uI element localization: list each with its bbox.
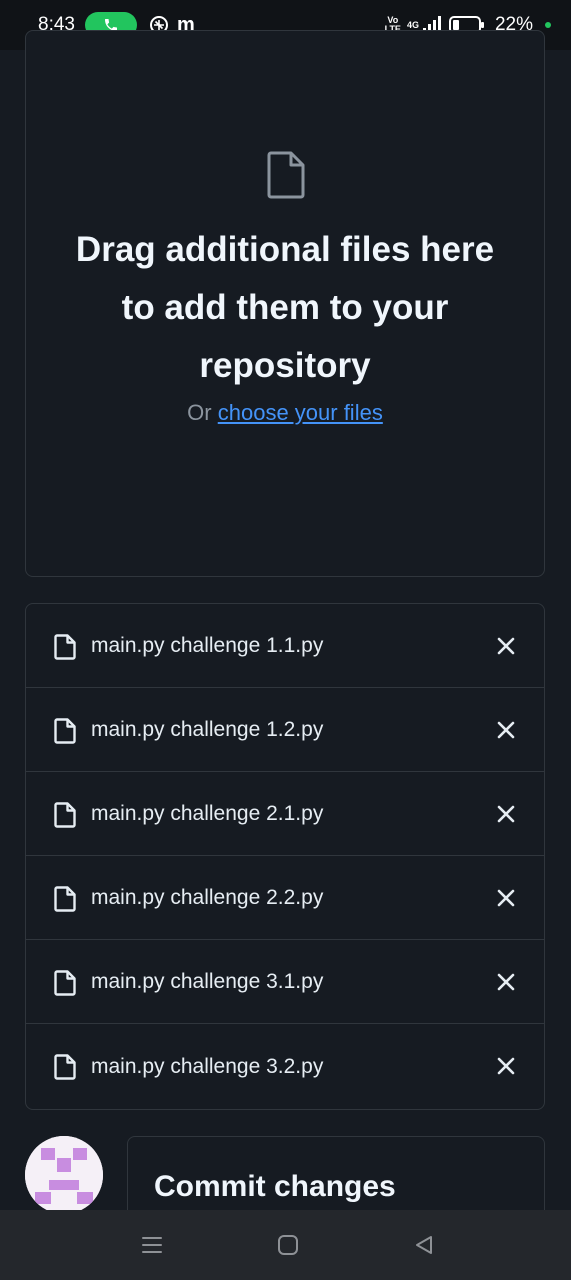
remove-file-close-icon[interactable] bbox=[496, 720, 516, 740]
file-name: main.py challenge 3.1.py bbox=[91, 969, 324, 993]
drop-zone-subtitle: Or choose your files bbox=[26, 400, 544, 426]
remove-file-close-icon[interactable] bbox=[496, 804, 516, 824]
home-square-icon[interactable] bbox=[277, 1234, 299, 1256]
remove-file-close-icon[interactable] bbox=[496, 888, 516, 908]
user-avatar[interactable] bbox=[25, 1136, 103, 1214]
back-triangle-icon[interactable] bbox=[413, 1234, 435, 1256]
commit-changes-title: Commit changes bbox=[154, 1170, 396, 1203]
file-icon bbox=[54, 1054, 76, 1080]
file-name: main.py challenge 2.1.py bbox=[91, 801, 324, 825]
file-name: main.py challenge 1.1.py bbox=[91, 633, 324, 657]
file-icon bbox=[54, 970, 76, 996]
file-icon bbox=[54, 886, 76, 912]
file-row: main.py challenge 2.1.py bbox=[26, 772, 544, 856]
file-row: main.py challenge 3.2.py bbox=[26, 1024, 544, 1109]
file-drop-zone[interactable]: Drag additional files here to add them t… bbox=[25, 30, 545, 577]
file-row: main.py challenge 1.2.py bbox=[26, 688, 544, 772]
file-name: main.py challenge 2.2.py bbox=[91, 885, 324, 909]
file-icon bbox=[54, 802, 76, 828]
file-row: main.py challenge 1.1.py bbox=[26, 604, 544, 688]
file-icon bbox=[54, 718, 76, 744]
network-type: 4G bbox=[406, 20, 419, 30]
file-icon bbox=[267, 151, 305, 199]
remove-file-close-icon[interactable] bbox=[496, 972, 516, 992]
uploaded-files-list: main.py challenge 1.1.py main.py challen… bbox=[25, 603, 545, 1110]
file-name: main.py challenge 3.2.py bbox=[91, 1054, 324, 1078]
drop-zone-title: Drag additional files here to add them t… bbox=[75, 230, 495, 385]
identicon-avatar-icon bbox=[25, 1136, 103, 1214]
remove-file-close-icon[interactable] bbox=[496, 636, 516, 656]
choose-files-link[interactable]: choose your files bbox=[218, 400, 383, 425]
or-label: Or bbox=[187, 400, 212, 425]
file-row: main.py challenge 2.2.py bbox=[26, 856, 544, 940]
file-name: main.py challenge 1.2.py bbox=[91, 717, 324, 741]
remove-file-close-icon[interactable] bbox=[496, 1056, 516, 1076]
system-navigation-bar bbox=[0, 1210, 571, 1280]
recent-apps-menu-icon[interactable] bbox=[141, 1234, 163, 1256]
charging-dot-icon bbox=[545, 22, 551, 28]
file-row: main.py challenge 3.1.py bbox=[26, 940, 544, 1024]
file-icon bbox=[54, 634, 76, 660]
